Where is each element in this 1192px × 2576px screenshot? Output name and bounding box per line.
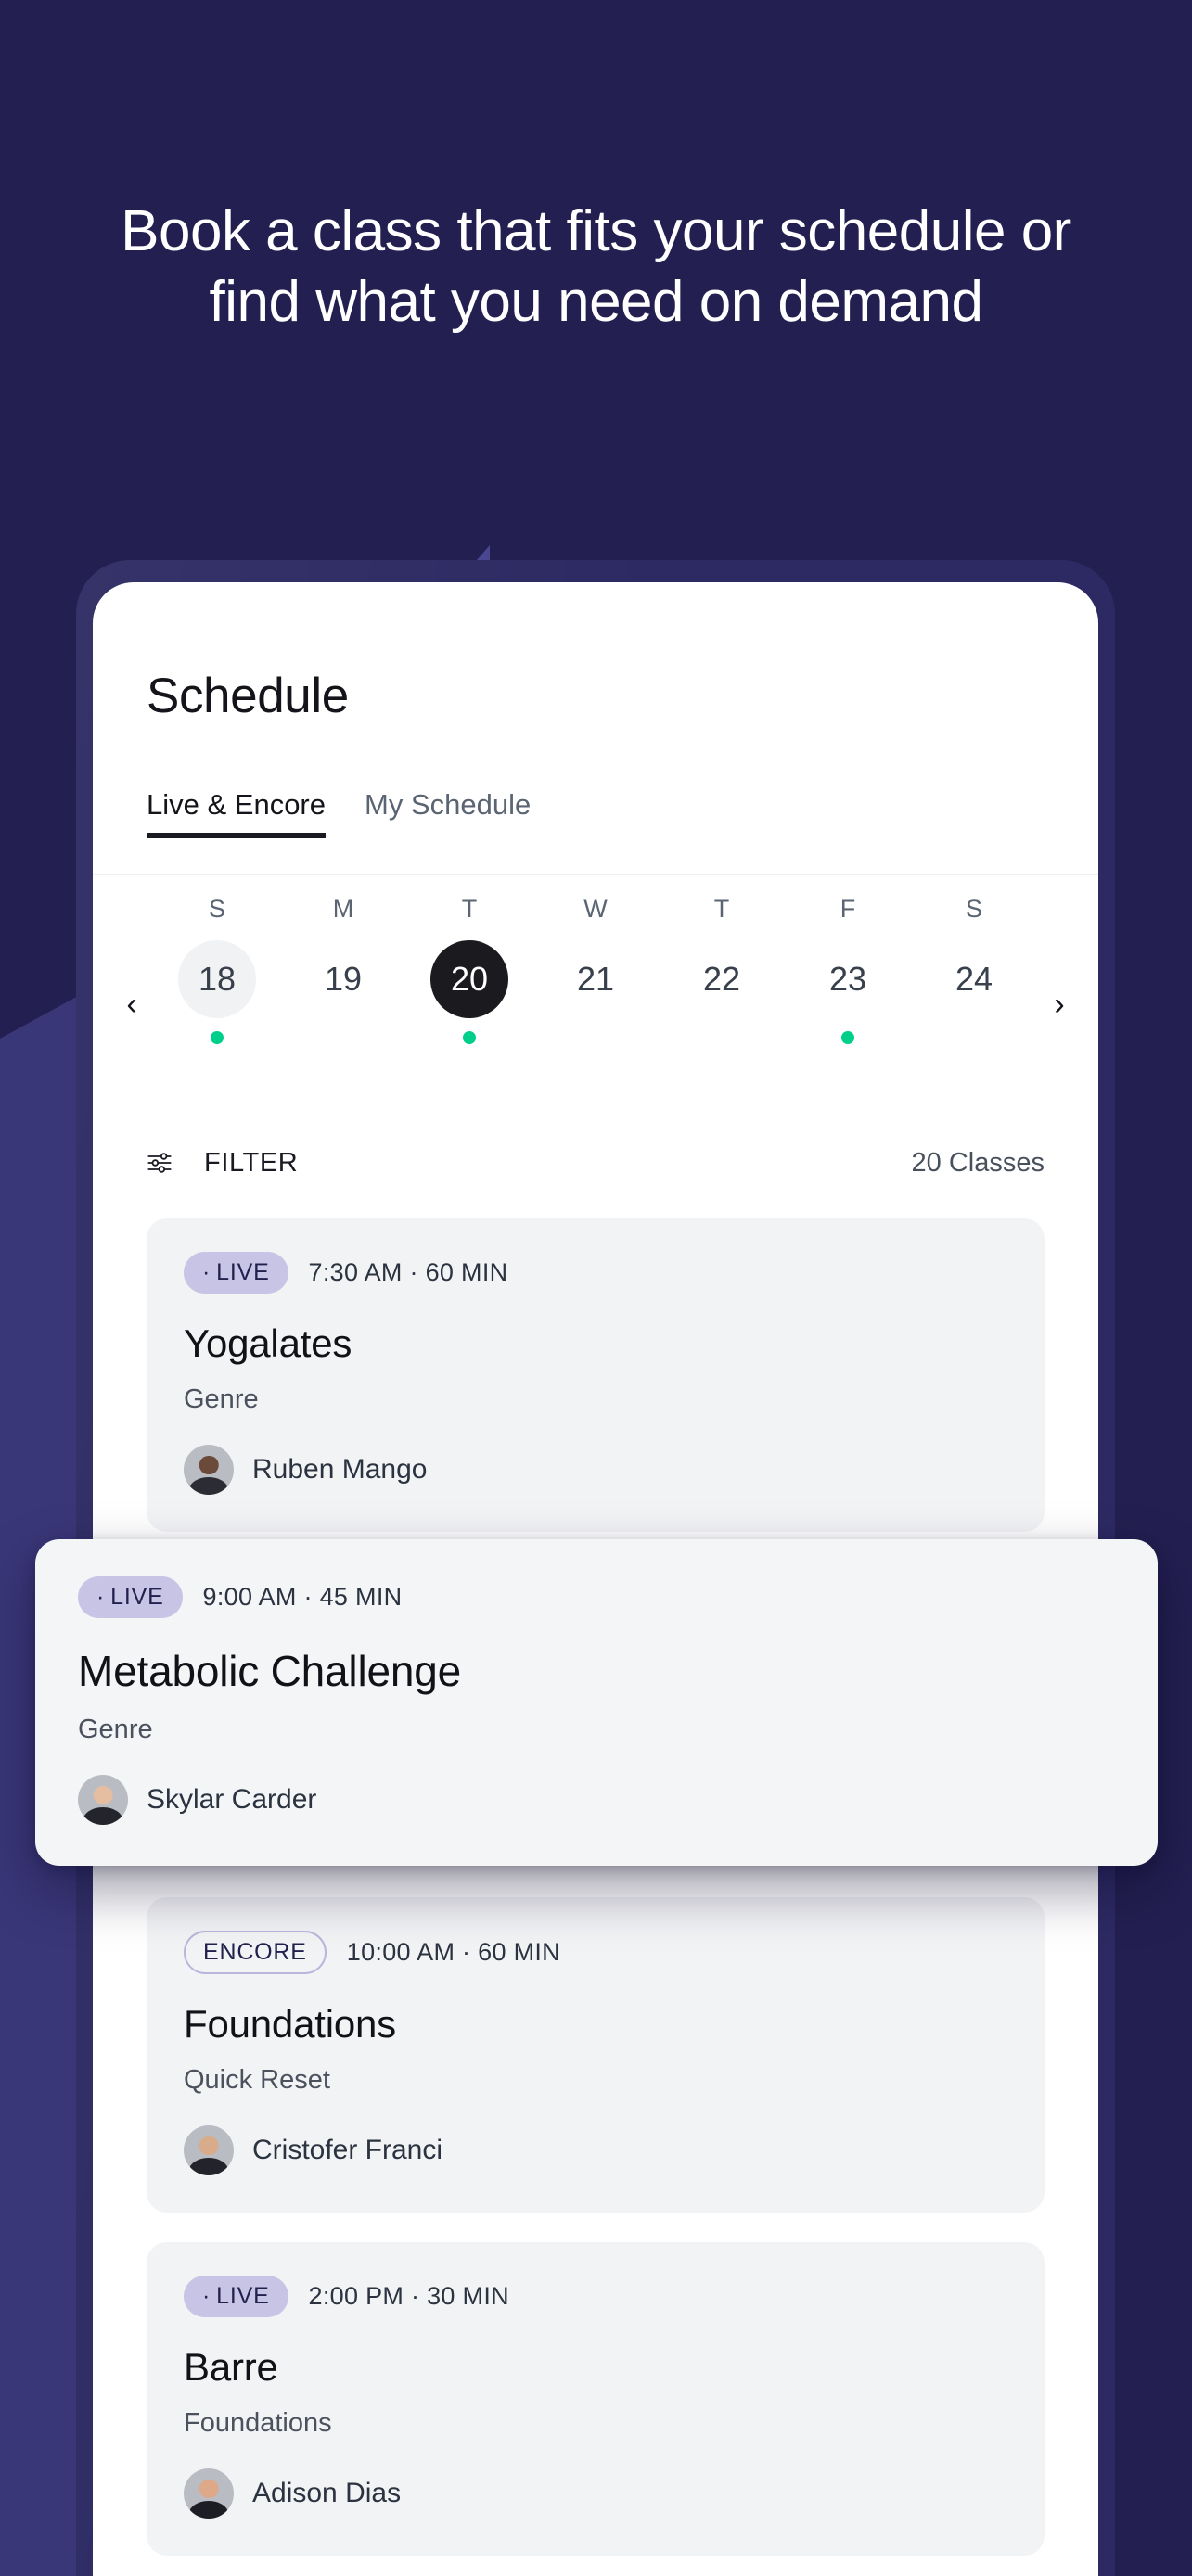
filter-label: FILTER <box>204 1147 299 1178</box>
live-dot-icon: · <box>202 2283 211 2309</box>
class-title: Barre <box>184 2345 278 2389</box>
calendar-day-number: 24 <box>955 960 993 998</box>
calendar-dow: M <box>332 895 354 923</box>
tab-bar-divider <box>93 874 1098 875</box>
class-list: · LIVE 7:30 AM · 60 MIN Yogalates Genre R… <box>147 1218 1045 2576</box>
calendar-day-19[interactable]: M 19 <box>291 888 395 1044</box>
status-badge-live: · LIVE <box>184 2276 288 2317</box>
calendar-dow: W <box>583 895 608 923</box>
instructor-name: Adison Dias <box>252 2478 402 2508</box>
calendar-days: S 18 M 19 T 20 W 21 T 22 F 23 S 24 <box>165 888 1026 1044</box>
calendar-strip: ‹ › S 18 M 19 T 20 W 21 T 22 F 23 S 24 <box>93 888 1098 1120</box>
calendar-day-number: 21 <box>576 960 615 998</box>
calendar-day-23[interactable]: F 23 <box>796 888 900 1044</box>
page-title: Schedule <box>147 669 349 723</box>
instructor-name: Ruben Mango <box>252 1454 428 1485</box>
calendar-day-number: 20 <box>430 940 508 1018</box>
class-time: 2:00 PM · 30 MIN <box>308 2282 509 2310</box>
avatar <box>78 1775 128 1825</box>
promo-headline: Book a class that fits your schedule or … <box>121 199 1071 334</box>
tab-my-schedule[interactable]: My Schedule <box>365 788 531 838</box>
badge-label: LIVE <box>216 1259 270 1285</box>
class-card[interactable]: ENCORE 10:00 AM · 60 MIN Foundations Qui… <box>147 1897 1045 2213</box>
class-card[interactable]: · LIVE 2:00 PM · 30 MIN Barre Foundations… <box>147 2242 1045 2556</box>
class-instructor: Skylar Carder <box>78 1775 1115 1825</box>
tab-bar: Live & Encore My Schedule <box>147 788 531 838</box>
sliders-icon <box>147 1153 172 1173</box>
calendar-day-number: 19 <box>324 960 363 998</box>
class-time: 9:00 AM · 45 MIN <box>202 1583 403 1611</box>
filter-row: FILTER 20 Classes <box>147 1133 1045 1192</box>
status-badge-live: · LIVE <box>184 1252 288 1294</box>
class-meta-row: · LIVE 2:00 PM · 30 MIN <box>184 2276 1007 2317</box>
filter-button[interactable]: FILTER <box>147 1148 298 1179</box>
calendar-dow: S <box>208 895 225 923</box>
calendar-day-dot <box>841 1031 854 1044</box>
class-genre: Quick Reset <box>184 2065 330 2095</box>
chevron-left-icon[interactable]: ‹ <box>113 988 150 1020</box>
class-instructor: Cristofer Franci <box>184 2125 1007 2175</box>
chevron-right-icon[interactable]: › <box>1041 988 1078 1020</box>
calendar-dow: S <box>965 895 982 923</box>
calendar-day-number: 23 <box>828 960 867 998</box>
calendar-day-number: 22 <box>702 960 741 998</box>
live-dot-icon: · <box>202 1259 211 1285</box>
class-genre: Foundations <box>184 2408 332 2438</box>
avatar <box>184 2125 234 2175</box>
avatar <box>184 1445 234 1495</box>
class-meta-row: ENCORE 10:00 AM · 60 MIN <box>184 1931 1007 1974</box>
class-time: 7:30 AM · 60 MIN <box>308 1258 508 1286</box>
calendar-day-number: 18 <box>178 940 256 1018</box>
class-title: Foundations <box>184 2002 396 2046</box>
featured-class-card[interactable]: · LIVE 9:00 AM · 45 MIN Metabolic Challen… <box>35 1539 1158 1866</box>
calendar-day-22[interactable]: T 22 <box>670 888 774 1044</box>
instructor-name: Cristofer Franci <box>252 2135 443 2165</box>
class-title: Yogalates <box>184 1321 352 1365</box>
status-badge-live: · LIVE <box>78 1576 183 1618</box>
tab-live-and-encore[interactable]: Live & Encore <box>147 788 326 838</box>
badge-label: LIVE <box>216 2283 270 2309</box>
calendar-dow: T <box>461 895 478 923</box>
calendar-day-18[interactable]: S 18 <box>165 888 269 1044</box>
calendar-dow: T <box>713 895 730 923</box>
calendar-day-20[interactable]: T 20 <box>417 888 521 1044</box>
instructor-name: Skylar Carder <box>147 1784 317 1815</box>
class-time: 10:00 AM · 60 MIN <box>346 1938 560 1966</box>
badge-label: LIVE <box>110 1584 164 1610</box>
promo-screenshot: Book a class that fits your schedule or … <box>0 0 1192 2576</box>
class-title: Metabolic Challenge <box>78 1647 462 1695</box>
class-count: 20 Classes <box>911 1147 1045 1178</box>
class-meta-row: · LIVE 7:30 AM · 60 MIN <box>184 1252 1007 1294</box>
class-genre: Genre <box>184 1384 259 1414</box>
class-card[interactable]: · LIVE 7:30 AM · 60 MIN Yogalates Genre R… <box>147 1218 1045 1532</box>
calendar-day-21[interactable]: W 21 <box>544 888 647 1044</box>
live-dot-icon: · <box>96 1584 106 1610</box>
status-badge-encore: ENCORE <box>184 1931 327 1974</box>
class-genre: Genre <box>78 1715 153 1744</box>
class-instructor: Ruben Mango <box>184 1445 1007 1495</box>
class-instructor: Adison Dias <box>184 2468 1007 2519</box>
avatar <box>184 2468 234 2519</box>
class-meta-row: · LIVE 9:00 AM · 45 MIN <box>78 1576 1115 1618</box>
calendar-day-dot <box>463 1031 476 1044</box>
calendar-dow: F <box>840 895 856 923</box>
calendar-day-dot <box>211 1031 224 1044</box>
calendar-day-24[interactable]: S 24 <box>922 888 1026 1044</box>
